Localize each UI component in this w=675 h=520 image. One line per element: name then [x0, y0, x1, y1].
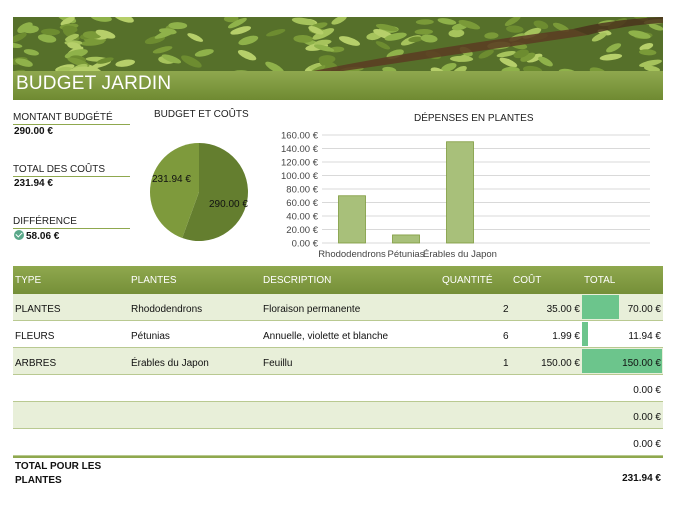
pie-label-cost: 231.94 € — [152, 174, 191, 185]
footer-label-line2: PLANTES — [15, 475, 62, 486]
y-tick-label: 60.00 € — [286, 198, 318, 209]
cell-plant[interactable]: Rhododendrons — [131, 304, 202, 315]
table-body: PLANTES Rhododendrons Floraison permanente… — [13, 294, 663, 456]
cost-value: 231.94 € — [14, 178, 53, 189]
cell-total[interactable]: 0.00 € — [633, 439, 661, 450]
plants-table: TYPE PLANTES DESCRIPTION QUANTITÉ COÛT T… — [13, 266, 663, 486]
cell-description[interactable]: Feuillu — [263, 358, 292, 369]
diff-value-row: 58.06 € — [14, 230, 59, 242]
table-row: FLEURS Pétunias Annuelle, violette et blan… — [13, 321, 663, 348]
cell-cost[interactable]: 1.99 € — [552, 331, 580, 342]
table-header: TYPE PLANTES DESCRIPTION QUANTITÉ COÛT T… — [13, 266, 663, 294]
total-databar — [582, 322, 589, 346]
total-databar — [582, 295, 620, 319]
title-bar: BUDGET JARDIN — [13, 71, 663, 100]
cell-cost[interactable]: 35.00 € — [547, 304, 580, 315]
diff-label: DIFFÉRENCE — [13, 216, 77, 227]
cell-quantity[interactable]: 2 — [503, 304, 509, 315]
cell-description[interactable]: Annuelle, violette et blanche — [263, 331, 388, 342]
y-tick-label: 100.00 € — [281, 171, 319, 182]
bar-1 — [392, 234, 420, 244]
cell-type[interactable]: ARBRES — [15, 358, 56, 369]
cell-type[interactable]: FLEURS — [15, 331, 54, 342]
table-row: 0.00 € — [13, 375, 663, 402]
y-tick-label: 140.00 € — [281, 144, 319, 155]
divider — [13, 124, 130, 125]
divider — [13, 228, 130, 229]
cell-quantity[interactable]: 6 — [503, 331, 509, 342]
x-category-label: Érables du Japon — [423, 249, 497, 260]
page-title: BUDGET JARDIN — [16, 73, 172, 94]
x-category-label: Pétunias — [388, 249, 425, 260]
cell-total[interactable]: 150.00 € — [622, 358, 661, 369]
cell-total[interactable]: 0.00 € — [633, 385, 661, 396]
footer-label-line1: TOTAL POUR LES — [15, 461, 102, 472]
pie-chart-title: BUDGET ET COÛTS — [154, 109, 249, 120]
cell-total[interactable]: 11.94 € — [628, 331, 661, 342]
budget-label: MONTANT BUDGÉTÉ — [13, 112, 113, 123]
diff-value: 58.06 € — [26, 231, 60, 242]
banner-photo — [13, 17, 663, 71]
pie-chart — [149, 143, 248, 241]
bar-chart-title: DÉPENSES EN PLANTES — [414, 113, 534, 124]
y-tick-label: 40.00 € — [286, 212, 318, 223]
header-description[interactable]: DESCRIPTION — [263, 275, 331, 286]
banner-image — [13, 17, 663, 71]
budget-value: 290.00 € — [14, 126, 53, 137]
y-tick-label: 120.00 € — [281, 158, 319, 169]
cell-cost[interactable]: 150.00 € — [541, 358, 580, 369]
header-plants[interactable]: PLANTES — [131, 275, 177, 286]
cell-type[interactable]: PLANTES — [15, 304, 61, 315]
cost-label: TOTAL DES COÛTS — [13, 164, 106, 175]
table-footer: TOTAL POUR LES PLANTES 231.94 € — [13, 456, 663, 486]
table-row: 0.00 € — [13, 402, 663, 429]
cell-total[interactable]: 0.00 € — [633, 412, 661, 423]
header-total[interactable]: TOTAL — [584, 275, 615, 286]
bar-chart: 0.00 € 20.00 € 40.00 € 60.00 € 80.00 € 100.00… — [281, 131, 650, 260]
check-circle-icon — [14, 230, 24, 240]
cell-plant[interactable]: Pétunias — [131, 331, 170, 342]
y-tick-label: 20.00 € — [286, 225, 318, 236]
header-quantity[interactable]: QUANTITÉ — [442, 275, 493, 286]
table-row: PLANTES Rhododendrons Floraison permanente… — [13, 294, 663, 321]
table-row: 0.00 € — [13, 429, 663, 456]
header-type[interactable]: TYPE — [15, 275, 41, 286]
cell-total[interactable]: 70.00 € — [628, 304, 661, 315]
cell-plant[interactable]: Érables du Japon — [131, 358, 209, 369]
y-tick-label: 0.00 € — [292, 239, 319, 250]
header-cost[interactable]: COÛT — [513, 275, 541, 286]
x-category-label: Rhododendrons — [318, 249, 386, 260]
y-tick-label: 80.00 € — [286, 185, 318, 196]
cell-description[interactable]: Floraison permanente — [263, 304, 360, 315]
divider — [13, 176, 130, 177]
cell-quantity[interactable]: 1 — [503, 358, 509, 369]
pie-label-budget: 290.00 € — [209, 199, 248, 210]
y-tick-label: 160.00 € — [281, 131, 319, 142]
bar-0 — [338, 195, 366, 244]
footer-total: 231.94 € — [622, 473, 661, 484]
bar-2 — [446, 141, 474, 244]
table-row: ARBRES Érables du Japon Feuillu 1 150.00 € 15… — [13, 348, 663, 375]
